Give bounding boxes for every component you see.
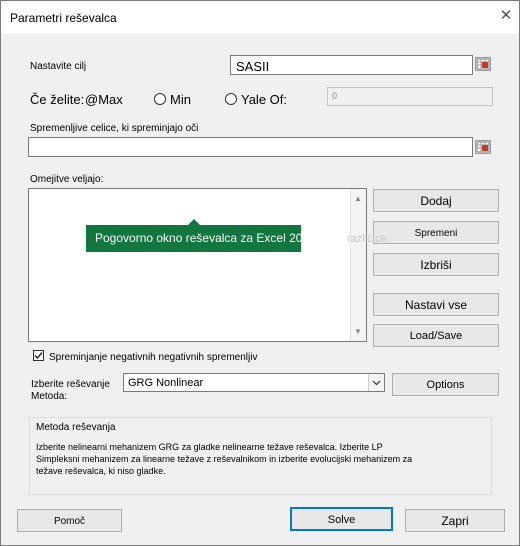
chevron-down-icon[interactable] — [368, 374, 384, 391]
add-button-label: Dodaj — [420, 194, 452, 208]
nonnegative-checkbox[interactable] — [33, 350, 44, 361]
value-of-radio[interactable] — [225, 93, 237, 105]
method-info-line2: Simpleksni mehanizem za linearne težave … — [36, 454, 413, 464]
load-save-button-label: Load/Save — [409, 330, 463, 342]
method-info-title: Metoda reševanja — [36, 422, 116, 433]
nonnegative-label: Spreminjanje negativnih negativnih sprem… — [49, 352, 258, 363]
help-button-label: Pomoč — [53, 516, 86, 527]
constraints-scrollbar[interactable]: ▲ ▼ — [350, 189, 366, 341]
reset-all-button[interactable]: Nastavi vse — [373, 293, 499, 316]
add-button[interactable]: Dodaj — [373, 189, 499, 212]
value-of-value: 0 — [332, 91, 338, 101]
min-radio[interactable] — [154, 93, 166, 105]
solve-button[interactable]: Solve — [290, 507, 393, 531]
solve-button-label: Solve — [327, 514, 356, 526]
options-button-label: Options — [426, 379, 465, 391]
method-label-line2: Metoda: — [31, 391, 68, 402]
objective-input[interactable]: SASII — [230, 55, 473, 75]
tooltip-faded-text: različice — [347, 233, 387, 245]
window-title: Parametri reševalca — [10, 11, 117, 25]
method-info-line3: težave reševalca, ki niso gladke. — [36, 466, 166, 476]
value-of-input[interactable]: 0 — [327, 87, 493, 106]
checkmark-icon — [34, 352, 43, 360]
reset-all-button-label: Nastavi vse — [404, 298, 468, 312]
value-of-label: Yale Of: — [241, 92, 288, 107]
constraints-list[interactable]: ▲ ▼ — [28, 188, 367, 342]
constraints-label: Omejitve veljajo: — [30, 174, 104, 185]
options-button[interactable]: Options — [392, 373, 499, 396]
solver-dialog: Parametri reševalca ✕ Nastavite cilj SAS… — [0, 0, 520, 546]
variable-cells-range-selector[interactable] — [475, 140, 491, 154]
caption-tooltip: Pogovorno okno reševalca za Excel 2010 i… — [86, 225, 301, 252]
delete-button[interactable]: Izbriši — [373, 253, 499, 276]
max-option-label[interactable]: @Max — [85, 92, 123, 107]
change-button[interactable]: Spremeni — [373, 221, 499, 244]
range-picker-icon — [476, 141, 490, 153]
close-button-label: Zapri — [441, 514, 469, 528]
delete-button-label: Izbriši — [420, 258, 452, 272]
variable-cells-input[interactable] — [28, 137, 473, 157]
scroll-down-icon[interactable]: ▼ — [354, 327, 362, 336]
close-button[interactable]: Zapri — [405, 509, 505, 532]
variable-cells-label: Spremenljive celice, ki spreminjajo oči — [30, 123, 199, 134]
range-picker-icon — [476, 58, 490, 70]
help-button[interactable]: Pomoč — [17, 509, 122, 532]
title-bar: Parametri reševalca ✕ — [1, 1, 519, 34]
objective-label: Nastavite cilj — [30, 61, 87, 72]
method-info-line1: Izberite nelinearni mehanizem GRG za gla… — [36, 442, 383, 452]
method-label-line1: Izberite reševanje — [31, 379, 110, 390]
method-selected-value: GRG Nonlinear — [128, 377, 204, 389]
load-save-button[interactable]: Load/Save — [373, 324, 499, 347]
min-option-label: Min — [170, 92, 191, 107]
close-icon[interactable]: ✕ — [496, 6, 516, 26]
change-button-label: Spremeni — [414, 228, 458, 239]
to-label: Če želite: — [30, 92, 85, 107]
objective-range-selector[interactable] — [475, 57, 491, 71]
scroll-up-icon[interactable]: ▲ — [354, 194, 362, 203]
objective-value: SASII — [236, 59, 270, 74]
method-select[interactable]: GRG Nonlinear — [123, 373, 385, 392]
